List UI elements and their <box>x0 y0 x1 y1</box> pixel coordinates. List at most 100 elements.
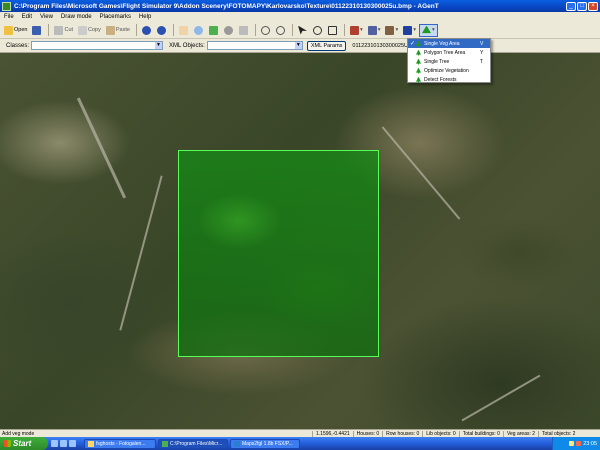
chevron-down-icon[interactable]: ▼ <box>155 42 163 49</box>
taskbar-item[interactable]: C:\Program Files\Micr... <box>158 438 228 449</box>
toolbar-separator <box>343 24 345 36</box>
toolbar-separator <box>254 24 256 36</box>
hand-icon <box>178 25 188 35</box>
check-icon: ✓ <box>410 41 416 47</box>
zoom-button[interactable] <box>192 24 206 37</box>
lasso2-button[interactable] <box>274 24 288 37</box>
tree-icon <box>416 76 421 83</box>
clock: 23:05 <box>583 440 597 447</box>
window-controls: _ □ × <box>566 1 598 11</box>
taskbar-item[interactable]: fsghosts - Fotogalen... <box>84 438 156 449</box>
classes-select[interactable]: ▼ <box>31 41 164 50</box>
toolbar-separator <box>48 24 50 36</box>
status-total-buildings: Total buildings: 0 <box>458 430 503 437</box>
menu-item-single-tree[interactable]: Single Tree T <box>408 57 490 66</box>
veg-area-polygon[interactable] <box>178 150 379 357</box>
object-tool-button[interactable]: ▾ <box>401 24 418 37</box>
road <box>76 97 127 199</box>
rotate-button[interactable] <box>222 24 236 37</box>
menu-item-single-veg-area[interactable]: ✓ Single Veg Area V <box>408 39 490 48</box>
menu-placemarks[interactable]: Placemarks <box>96 14 135 20</box>
tray-icon[interactable] <box>576 441 582 446</box>
window-title: C:\Program Files\Microsoft Games\Flight … <box>14 2 439 10</box>
select-button[interactable] <box>296 24 310 37</box>
classes-bar: Classes: ▼ XML Objects: ▼ XML Params 011… <box>0 39 600 53</box>
veg-tool-button[interactable]: ▾ <box>419 23 438 37</box>
menu-item-detect-forests[interactable]: Detect Forests <box>408 75 490 84</box>
desktop-icon[interactable] <box>69 440 76 447</box>
quick-launch <box>48 440 84 447</box>
menu-item-optimize-vegetation[interactable]: Optimize Vegetation <box>408 66 490 75</box>
undo-button[interactable] <box>140 24 154 37</box>
lasso-button[interactable] <box>259 24 273 37</box>
house-tool-button[interactable]: ▾ <box>348 24 365 37</box>
tree-icon <box>416 67 421 74</box>
browser-icon <box>88 440 94 447</box>
explorer-icon[interactable] <box>60 440 67 447</box>
toolbar-separator <box>172 24 174 36</box>
scissors-icon <box>54 25 64 35</box>
building-tool-button[interactable]: ▾ <box>366 24 383 37</box>
toolbar: Open Cut Copy Paste ▾ ▾ ▾ ▾ ▾ <box>0 22 600 39</box>
crosshair-icon <box>312 25 322 35</box>
redo-icon <box>156 25 166 35</box>
xml-params-button[interactable]: XML Params <box>306 40 347 51</box>
save-button[interactable] <box>30 24 44 37</box>
minimize-icon[interactable]: _ <box>566 1 576 11</box>
status-veg-areas: Veg areas: 2 <box>502 430 538 437</box>
menu-help[interactable]: Help <box>135 14 155 20</box>
road <box>381 126 461 220</box>
tree-icon <box>416 58 421 65</box>
clipboard-icon <box>105 25 115 35</box>
pan-button[interactable] <box>177 24 191 37</box>
status-houses: Houses: 0 <box>352 430 383 437</box>
start-button[interactable]: Start <box>0 437 48 450</box>
lasso-icon <box>275 25 285 35</box>
menu-file[interactable]: File <box>0 14 18 20</box>
road <box>461 374 541 422</box>
cursor-icon <box>297 25 307 35</box>
floppy-icon <box>32 25 42 35</box>
menu-view[interactable]: View <box>36 14 57 20</box>
menu-item-polygon-tree-area[interactable]: Polygon Tree Area Y <box>408 48 490 57</box>
classes-label: Classes: <box>6 42 30 49</box>
map-canvas[interactable] <box>0 53 600 429</box>
paste-button[interactable]: Paste <box>104 24 132 37</box>
object-icon <box>403 25 413 35</box>
menu-edit[interactable]: Edit <box>18 14 36 20</box>
menu-bar: File Edit View Draw mode Placemarks Help <box>0 12 600 22</box>
status-mode: Add veg mode <box>2 430 35 437</box>
magnifier-icon <box>193 25 203 35</box>
menu-draw-mode[interactable]: Draw mode <box>57 14 96 20</box>
tree-icon <box>416 40 421 47</box>
tree-icon <box>422 25 432 34</box>
chevron-down-icon[interactable]: ▼ <box>294 42 302 49</box>
ie-icon[interactable] <box>51 440 58 447</box>
rectangle-icon <box>327 25 337 35</box>
rectangle-button[interactable] <box>326 24 340 37</box>
frame-button[interactable] <box>237 24 251 37</box>
taskbar: Start fsghosts - Fotogalen... C:\Program… <box>0 437 600 450</box>
veg-dropdown-menu: ✓ Single Veg Area V Polygon Tree Area Y … <box>407 38 491 83</box>
tray-icon[interactable] <box>569 441 575 446</box>
row-house-tool-button[interactable]: ▾ <box>383 24 400 37</box>
toolbar-separator <box>135 24 137 36</box>
redo-button[interactable] <box>155 24 169 37</box>
maximize-icon[interactable]: □ <box>577 1 587 11</box>
crosshair-button[interactable] <box>311 24 325 37</box>
app-icon <box>234 440 240 447</box>
undo-icon <box>141 25 151 35</box>
status-lib-objects: Lib objects: 0 <box>422 430 458 437</box>
status-total-objects: Total objects: 2 <box>538 430 578 437</box>
map-button[interactable] <box>207 24 221 37</box>
toolbar-separator <box>291 24 293 36</box>
tree-icon <box>416 49 421 56</box>
taskbar-item[interactable]: Maps2fgl 1.8b FSX/P... <box>230 438 300 449</box>
copy-button[interactable]: Copy <box>76 24 103 37</box>
xml-objects-select[interactable]: ▼ <box>206 41 303 50</box>
windows-logo-icon <box>4 440 11 447</box>
cut-button[interactable]: Cut <box>52 24 75 37</box>
open-button[interactable]: Open <box>2 24 29 37</box>
close-icon[interactable]: × <box>588 1 598 11</box>
status-row-houses: Row houses: 0 <box>382 430 422 437</box>
